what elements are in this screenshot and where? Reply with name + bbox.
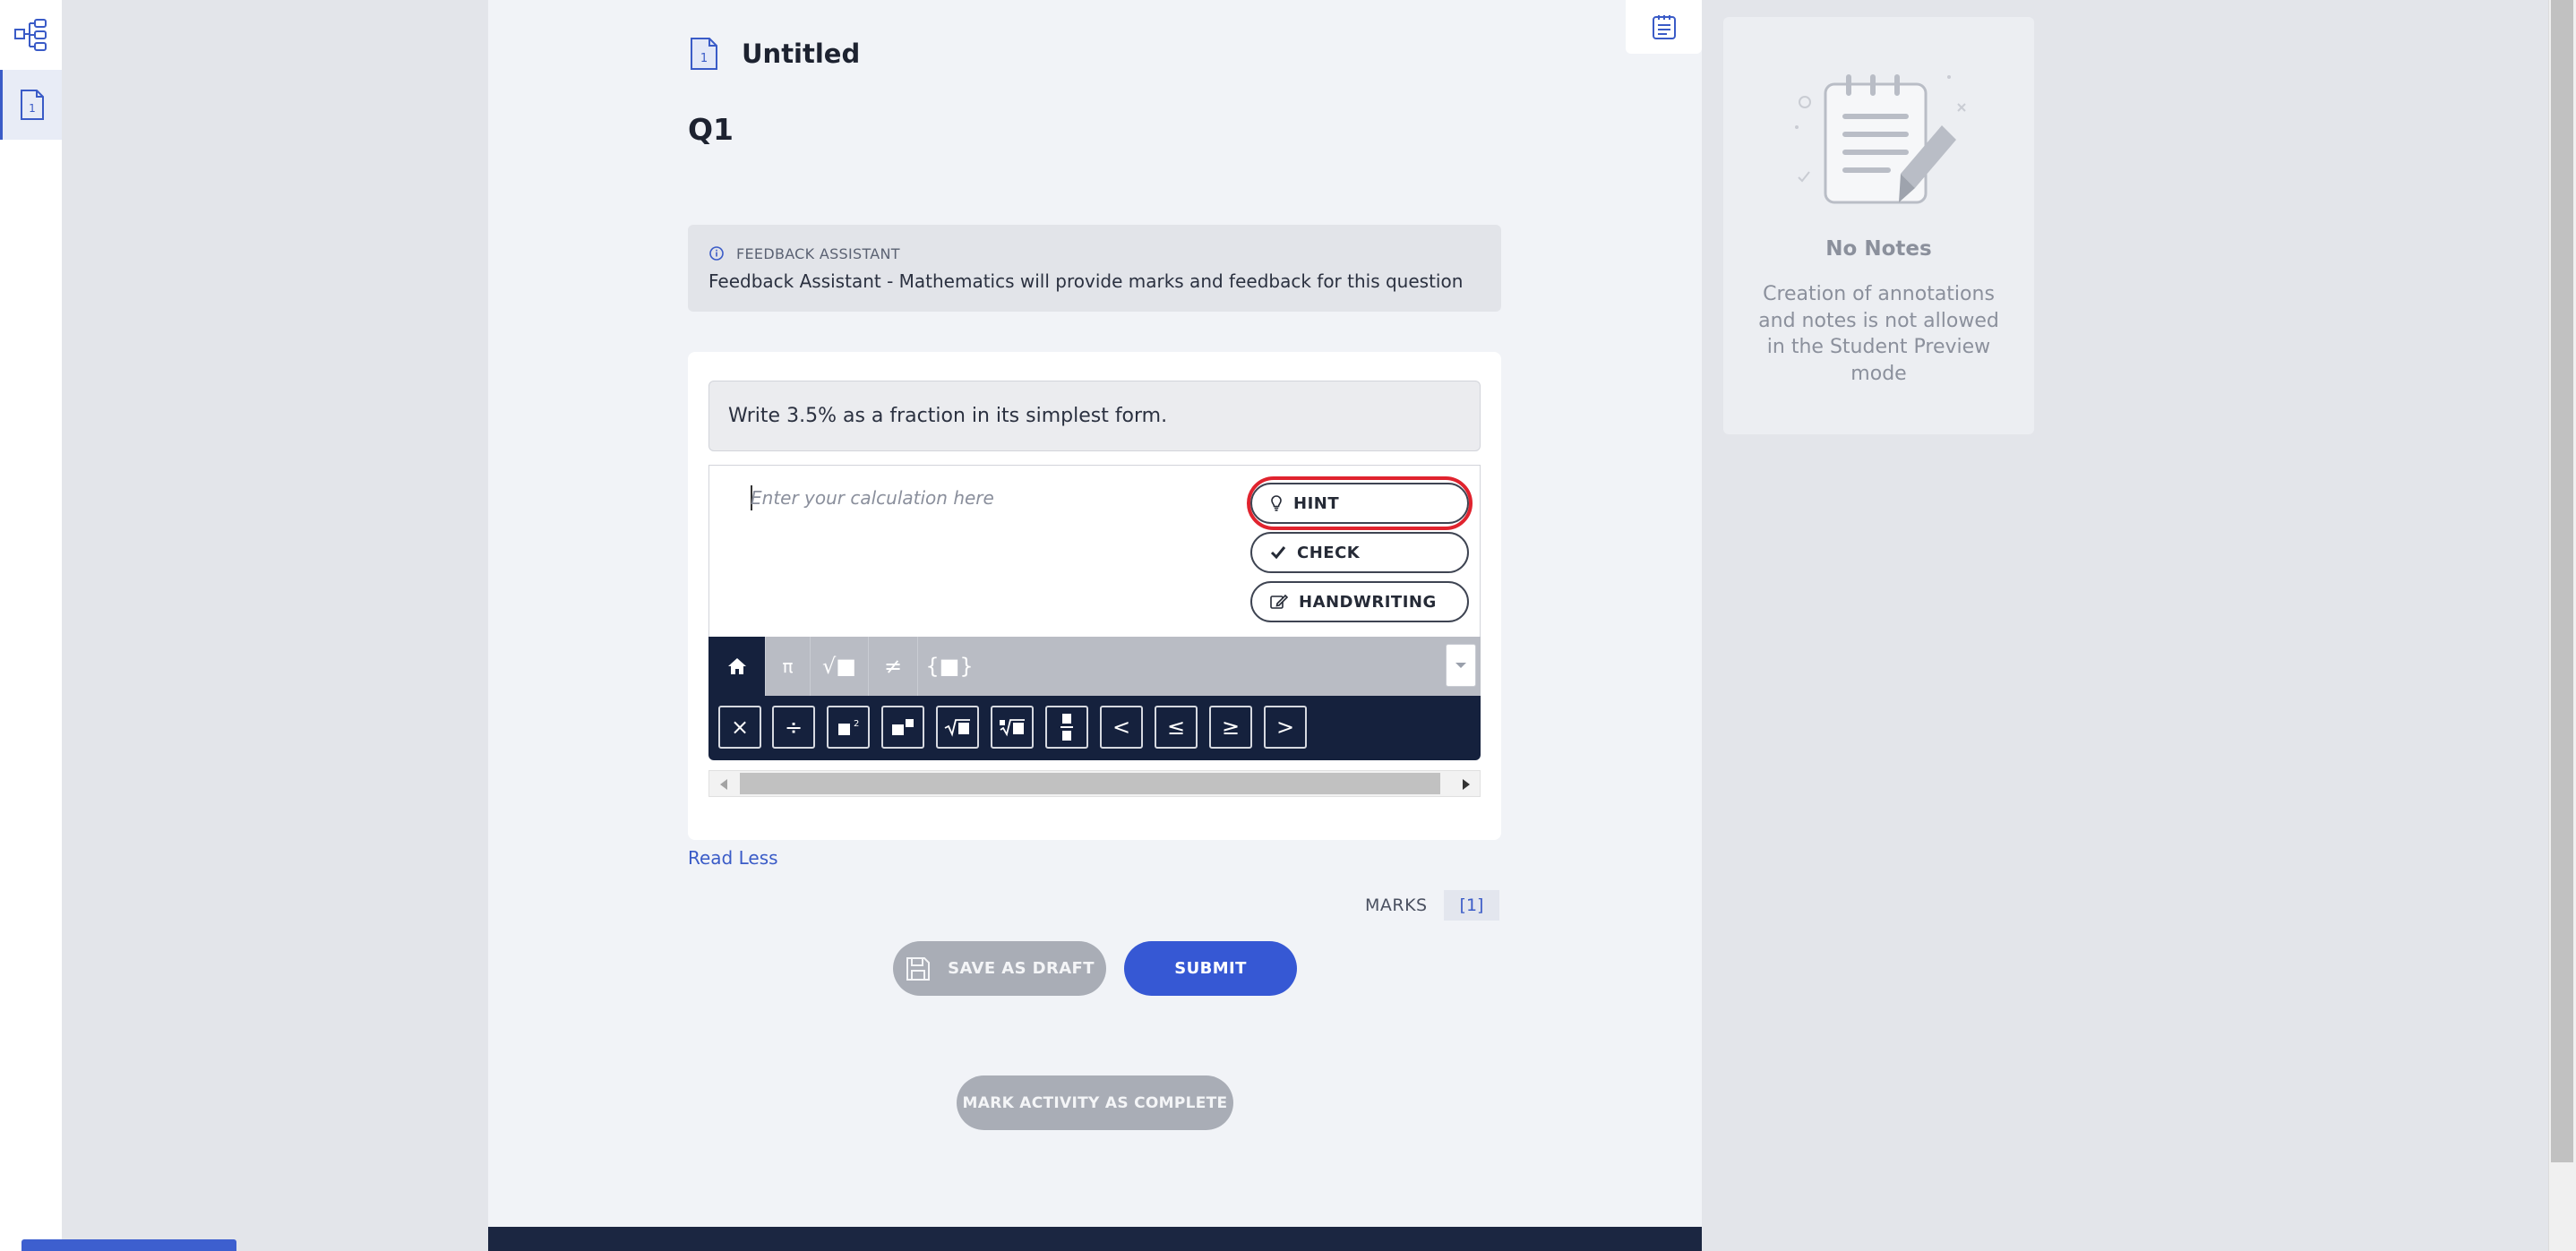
check-button[interactable]: CHECK <box>1250 532 1469 573</box>
notes-empty-message: Creation of annotations and notes is not… <box>1758 283 1999 385</box>
key-power[interactable] <box>881 706 924 749</box>
question-prompt: Write 3.5% as a fraction in its simplest… <box>728 405 1168 427</box>
handwriting-button[interactable]: HANDWRITING <box>1250 581 1469 622</box>
home-icon <box>727 658 746 674</box>
submit-button[interactable]: SUBMIT <box>1124 941 1297 996</box>
save-as-draft-button[interactable]: SAVE AS DRAFT <box>893 941 1106 996</box>
page-title: Untitled <box>742 39 861 69</box>
key-less-equal[interactable]: ≤ <box>1155 706 1198 749</box>
notes-empty-title: No Notes <box>1825 237 1932 261</box>
feedback-assistant-heading: FEEDBACK ASSISTANT <box>736 245 900 262</box>
power-icon <box>892 719 914 735</box>
floppy-disk-icon <box>906 956 931 981</box>
read-less-link[interactable]: Read Less <box>688 845 778 870</box>
rail-item-page-1[interactable]: 1 <box>0 70 62 140</box>
svg-text:1: 1 <box>700 52 708 65</box>
scroll-right-arrow-icon[interactable] <box>1461 777 1472 794</box>
svg-text:1: 1 <box>29 102 36 115</box>
page-icon: 1 <box>688 36 720 72</box>
scroll-left-arrow-icon[interactable] <box>718 777 729 794</box>
tree-structure-icon <box>13 19 47 51</box>
tab-brackets[interactable]: {■} <box>918 637 981 696</box>
pen-edit-icon <box>1270 594 1288 609</box>
rail-item-structure[interactable] <box>0 0 62 70</box>
tab-home[interactable] <box>708 637 766 696</box>
keyboard-dropdown[interactable] <box>1446 644 1476 687</box>
horizontal-scrollbar-thumb[interactable] <box>740 773 1440 794</box>
check-label: CHECK <box>1297 543 1361 562</box>
tab-roots[interactable]: √■ <box>811 637 869 696</box>
mark-activity-complete-button[interactable]: MARK ACTIVITY AS COMPLETE <box>957 1075 1233 1130</box>
page-one-icon: 1 <box>21 90 44 120</box>
question-number: Q1 <box>688 112 734 147</box>
tab-symbols[interactable]: π <box>766 637 811 696</box>
svg-text:2: 2 <box>854 719 859 729</box>
key-greater-than[interactable]: > <box>1264 706 1307 749</box>
notes-toggle-button[interactable] <box>1626 0 1702 54</box>
bottom-tab[interactable] <box>21 1239 236 1251</box>
key-square[interactable]: 2 <box>827 706 870 749</box>
key-sqrt[interactable] <box>936 706 979 749</box>
info-icon <box>708 245 725 261</box>
key-greater-equal[interactable]: ≥ <box>1209 706 1252 749</box>
fraction-icon <box>1060 714 1073 741</box>
key-nth-root[interactable] <box>991 706 1034 749</box>
hint-highlight-ring <box>1247 476 1473 530</box>
checkmark-icon <box>1270 546 1286 560</box>
key-divide[interactable]: ÷ <box>772 706 815 749</box>
tab-relations[interactable]: ≠ <box>869 637 918 696</box>
marks-label: MARKS <box>1365 895 1428 915</box>
key-less-than[interactable]: < <box>1100 706 1143 749</box>
chevron-down-icon <box>1455 663 1466 668</box>
key-fraction[interactable] <box>1045 706 1088 749</box>
math-keyboard-keys <box>708 696 1481 760</box>
save-as-draft-label: SAVE AS DRAFT <box>948 959 1095 978</box>
vertical-scrollbar-thumb[interactable] <box>2551 0 2573 1162</box>
footer-bar <box>488 1227 1702 1251</box>
marks-value: [1] <box>1444 890 1499 921</box>
handwriting-label: HANDWRITING <box>1299 592 1437 612</box>
left-rail <box>0 0 62 1251</box>
key-multiply[interactable]: × <box>718 706 761 749</box>
nth-root-icon <box>1000 719 1025 737</box>
feedback-assistant-text: Feedback Assistant - Mathematics will pr… <box>708 270 1464 292</box>
calculation-input[interactable] <box>751 484 1216 512</box>
notepad-icon <box>1652 15 1676 39</box>
square-root-icon <box>944 719 970 737</box>
square-power-icon: 2 <box>838 719 859 735</box>
empty-notes-illustration <box>1781 72 1978 215</box>
